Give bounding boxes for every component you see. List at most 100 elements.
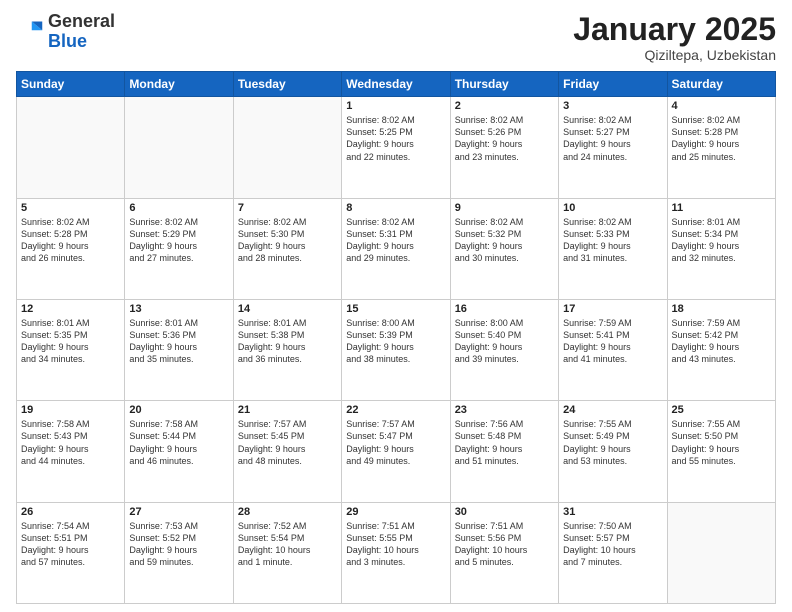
week-row-2: 5 Sunrise: 8:02 AM Sunset: 5:28 PM Daylig…	[17, 198, 776, 299]
day-cell: 29Sunrise: 7:51 AM Sunset: 5:55 PM Dayli…	[342, 502, 450, 603]
day-number: 13	[129, 303, 228, 315]
day-info: Sunrise: 8:00 AM Sunset: 5:39 PM Dayligh…	[346, 317, 445, 366]
logo-general-text: General	[48, 11, 115, 31]
day-cell: 8Sunrise: 8:02 AM Sunset: 5:31 PM Daylig…	[342, 198, 450, 299]
day-header-thursday: Thursday	[450, 72, 558, 97]
day-info: Sunrise: 7:57 AM Sunset: 5:47 PM Dayligh…	[346, 418, 445, 467]
day-number: 5	[21, 202, 120, 214]
day-cell: 19 Sunrise: 7:58 AM Sunset: 5:43 PM Dayli…	[17, 401, 125, 502]
day-info: Sunrise: 7:54 AM Sunset: 5:51 PM Dayligh…	[21, 520, 120, 569]
day-header-saturday: Saturday	[667, 72, 775, 97]
day-cell	[233, 97, 341, 198]
week-row-3: 12 Sunrise: 8:01 AM Sunset: 5:35 PM Dayli…	[17, 299, 776, 400]
day-number: 20	[129, 404, 228, 416]
day-number: 10	[563, 202, 662, 214]
calendar-table: SundayMondayTuesdayWednesdayThursdayFrid…	[16, 71, 776, 604]
day-number: 21	[238, 404, 337, 416]
day-cell: 1Sunrise: 8:02 AM Sunset: 5:25 PM Daylig…	[342, 97, 450, 198]
day-cell: 20Sunrise: 7:58 AM Sunset: 5:44 PM Dayli…	[125, 401, 233, 502]
day-cell: 9 Sunrise: 8:02 AM Sunset: 5:32 PM Daylig…	[450, 198, 558, 299]
day-cell: 28 Sunrise: 7:52 AM Sunset: 5:54 PM Dayli…	[233, 502, 341, 603]
day-cell: 11Sunrise: 8:01 AM Sunset: 5:34 PM Dayli…	[667, 198, 775, 299]
day-number: 26	[21, 506, 120, 518]
day-cell: 24Sunrise: 7:55 AM Sunset: 5:49 PM Dayli…	[559, 401, 667, 502]
day-number: 29	[346, 506, 445, 518]
day-number: 16	[455, 303, 554, 315]
day-info: Sunrise: 7:53 AM Sunset: 5:52 PM Dayligh…	[129, 520, 228, 569]
day-number: 19	[21, 404, 120, 416]
day-cell: 3Sunrise: 8:02 AM Sunset: 5:27 PM Daylig…	[559, 97, 667, 198]
day-number: 6	[129, 202, 228, 214]
day-info: Sunrise: 7:59 AM Sunset: 5:41 PM Dayligh…	[563, 317, 662, 366]
day-number: 14	[238, 303, 337, 315]
day-header-sunday: Sunday	[17, 72, 125, 97]
header: General Blue January 2025 Qiziltepa, Uzb…	[16, 12, 776, 63]
day-info: Sunrise: 8:00 AM Sunset: 5:40 PM Dayligh…	[455, 317, 554, 366]
day-number: 30	[455, 506, 554, 518]
day-cell: 30 Sunrise: 7:51 AM Sunset: 5:56 PM Dayli…	[450, 502, 558, 603]
week-row-1: 1Sunrise: 8:02 AM Sunset: 5:25 PM Daylig…	[17, 97, 776, 198]
day-number: 28	[238, 506, 337, 518]
logo-blue-text: Blue	[48, 31, 87, 51]
day-cell: 16 Sunrise: 8:00 AM Sunset: 5:40 PM Dayli…	[450, 299, 558, 400]
day-number: 18	[672, 303, 771, 315]
day-info: Sunrise: 7:55 AM Sunset: 5:50 PM Dayligh…	[672, 418, 771, 467]
day-cell: 6Sunrise: 8:02 AM Sunset: 5:29 PM Daylig…	[125, 198, 233, 299]
day-cell: 5 Sunrise: 8:02 AM Sunset: 5:28 PM Daylig…	[17, 198, 125, 299]
title-block: January 2025 Qiziltepa, Uzbekistan	[573, 12, 776, 63]
day-info: Sunrise: 7:59 AM Sunset: 5:42 PM Dayligh…	[672, 317, 771, 366]
day-header-friday: Friday	[559, 72, 667, 97]
day-info: Sunrise: 8:02 AM Sunset: 5:32 PM Dayligh…	[455, 216, 554, 265]
day-cell: 23 Sunrise: 7:56 AM Sunset: 5:48 PM Dayli…	[450, 401, 558, 502]
day-info: Sunrise: 8:02 AM Sunset: 5:30 PM Dayligh…	[238, 216, 337, 265]
day-cell: 26 Sunrise: 7:54 AM Sunset: 5:51 PM Dayli…	[17, 502, 125, 603]
day-info: Sunrise: 7:58 AM Sunset: 5:43 PM Dayligh…	[21, 418, 120, 467]
day-number: 31	[563, 506, 662, 518]
day-cell	[667, 502, 775, 603]
day-info: Sunrise: 8:02 AM Sunset: 5:28 PM Dayligh…	[21, 216, 120, 265]
page: General Blue January 2025 Qiziltepa, Uzb…	[0, 0, 792, 612]
day-info: Sunrise: 7:57 AM Sunset: 5:45 PM Dayligh…	[238, 418, 337, 467]
day-number: 23	[455, 404, 554, 416]
day-number: 11	[672, 202, 771, 214]
day-number: 4	[672, 100, 771, 112]
day-cell: 31 Sunrise: 7:50 AM Sunset: 5:57 PM Dayli…	[559, 502, 667, 603]
day-info: Sunrise: 8:01 AM Sunset: 5:36 PM Dayligh…	[129, 317, 228, 366]
day-info: Sunrise: 7:50 AM Sunset: 5:57 PM Dayligh…	[563, 520, 662, 569]
day-number: 15	[346, 303, 445, 315]
day-cell: 25 Sunrise: 7:55 AM Sunset: 5:50 PM Dayli…	[667, 401, 775, 502]
day-cell: 27 Sunrise: 7:53 AM Sunset: 5:52 PM Dayli…	[125, 502, 233, 603]
day-info: Sunrise: 7:51 AM Sunset: 5:56 PM Dayligh…	[455, 520, 554, 569]
day-cell	[17, 97, 125, 198]
day-number: 7	[238, 202, 337, 214]
day-cell: 4 Sunrise: 8:02 AM Sunset: 5:28 PM Daylig…	[667, 97, 775, 198]
day-number: 25	[672, 404, 771, 416]
week-row-4: 19 Sunrise: 7:58 AM Sunset: 5:43 PM Dayli…	[17, 401, 776, 502]
logo: General Blue	[16, 12, 115, 52]
day-header-wednesday: Wednesday	[342, 72, 450, 97]
calendar-header-row: SundayMondayTuesdayWednesdayThursdayFrid…	[17, 72, 776, 97]
location: Qiziltepa, Uzbekistan	[573, 47, 776, 63]
logo-text: General Blue	[48, 12, 115, 52]
day-info: Sunrise: 7:55 AM Sunset: 5:49 PM Dayligh…	[563, 418, 662, 467]
day-info: Sunrise: 8:02 AM Sunset: 5:26 PM Dayligh…	[455, 114, 554, 163]
day-cell: 18 Sunrise: 7:59 AM Sunset: 5:42 PM Dayli…	[667, 299, 775, 400]
day-cell: 7 Sunrise: 8:02 AM Sunset: 5:30 PM Daylig…	[233, 198, 341, 299]
day-info: Sunrise: 7:56 AM Sunset: 5:48 PM Dayligh…	[455, 418, 554, 467]
day-number: 9	[455, 202, 554, 214]
day-cell: 12 Sunrise: 8:01 AM Sunset: 5:35 PM Dayli…	[17, 299, 125, 400]
day-info: Sunrise: 8:02 AM Sunset: 5:28 PM Dayligh…	[672, 114, 771, 163]
day-number: 3	[563, 100, 662, 112]
day-number: 12	[21, 303, 120, 315]
day-info: Sunrise: 7:52 AM Sunset: 5:54 PM Dayligh…	[238, 520, 337, 569]
day-cell: 15 Sunrise: 8:00 AM Sunset: 5:39 PM Dayli…	[342, 299, 450, 400]
day-number: 8	[346, 202, 445, 214]
day-cell: 13 Sunrise: 8:01 AM Sunset: 5:36 PM Dayli…	[125, 299, 233, 400]
day-cell: 22Sunrise: 7:57 AM Sunset: 5:47 PM Dayli…	[342, 401, 450, 502]
month-title: January 2025	[573, 12, 776, 47]
day-info: Sunrise: 8:02 AM Sunset: 5:33 PM Dayligh…	[563, 216, 662, 265]
day-number: 27	[129, 506, 228, 518]
week-row-5: 26 Sunrise: 7:54 AM Sunset: 5:51 PM Dayli…	[17, 502, 776, 603]
day-cell: 21 Sunrise: 7:57 AM Sunset: 5:45 PM Dayli…	[233, 401, 341, 502]
day-info: Sunrise: 8:01 AM Sunset: 5:35 PM Dayligh…	[21, 317, 120, 366]
